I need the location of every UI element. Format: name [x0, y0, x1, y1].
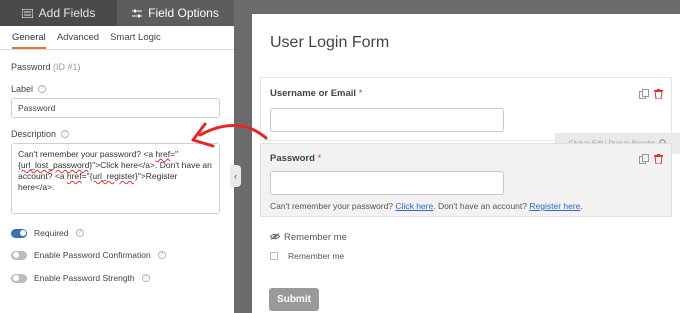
- toggle-password-strength[interactable]: Enable Password Strength ?: [11, 273, 150, 283]
- description-textarea[interactable]: Can't remember your password? <a href="{…: [11, 143, 220, 214]
- description-heading-text: Description: [11, 129, 57, 139]
- toggle-required[interactable]: Required ?: [11, 228, 84, 238]
- remember-option-label: Remember me: [288, 251, 345, 261]
- tab-field-options-label: Field Options: [148, 6, 219, 20]
- submit-button[interactable]: Submit: [269, 288, 319, 311]
- field-actions: [639, 86, 663, 104]
- sliders-icon: [132, 9, 143, 18]
- help-icon[interactable]: ?: [141, 274, 150, 282]
- description-heading: Description ?: [11, 129, 70, 139]
- subtab-general[interactable]: General: [12, 32, 46, 49]
- tab-field-options[interactable]: Field Options: [117, 0, 234, 26]
- help-icon[interactable]: ?: [38, 85, 47, 93]
- username-input[interactable]: [270, 108, 504, 132]
- desc-text: href: [66, 171, 82, 181]
- help-icon[interactable]: ?: [75, 229, 84, 237]
- field-name: Password: [11, 62, 51, 72]
- help-icon[interactable]: ?: [61, 130, 70, 138]
- subtab-smart-logic[interactable]: Smart Logic: [110, 32, 161, 49]
- help-icon[interactable]: ?: [157, 251, 166, 259]
- desc-text: href: [155, 149, 171, 159]
- desc-text: . Don't have an account?: [433, 201, 527, 211]
- lost-password-link[interactable]: Click here: [395, 201, 433, 211]
- username-field-block[interactable]: Username or Email *: [260, 77, 672, 141]
- subtab-advanced[interactable]: Advanced: [57, 32, 99, 49]
- desc-text: =": [170, 149, 179, 159]
- form-title: User Login Form: [270, 34, 390, 51]
- toggle-label: Required: [34, 228, 69, 238]
- label-heading-text: Label: [11, 84, 34, 94]
- desc-text: Can't remember your password?: [270, 201, 394, 211]
- toggle-label: Enable Password Strength: [34, 273, 135, 283]
- toggle-switch[interactable]: [11, 273, 27, 283]
- remember-heading: Remember me: [269, 232, 347, 243]
- field-heading: Password (ID #1): [11, 62, 81, 72]
- desc-text: =": [81, 171, 90, 181]
- password-input[interactable]: [270, 171, 504, 195]
- desc-text: .: [580, 201, 583, 211]
- trash-icon[interactable]: [654, 151, 663, 169]
- password-field-block[interactable]: Password * Can't remember your password?…: [260, 143, 672, 217]
- options-subtabs: General Advanced Smart Logic: [0, 26, 234, 50]
- desc-text: Can't remember your password? <a: [18, 149, 156, 159]
- panel-tabs: Add Fields Field Options: [0, 0, 234, 26]
- form-preview: User Login Form Username or Email * Clic…: [252, 14, 680, 313]
- eye-slash-icon: [269, 232, 281, 243]
- toggle-password-confirmation[interactable]: Enable Password Confirmation ?: [11, 250, 166, 260]
- field-actions: [639, 151, 663, 169]
- chevron-left-icon: ‹: [234, 171, 237, 181]
- tab-add-fields-label: Add Fields: [38, 6, 96, 20]
- required-mark: *: [317, 153, 322, 164]
- tab-add-fields[interactable]: Add Fields: [0, 0, 117, 26]
- duplicate-icon[interactable]: [639, 86, 649, 104]
- list-icon: [21, 8, 33, 18]
- password-description: Can't remember your password? Click here…: [270, 201, 583, 211]
- username-label: Username or Email *: [270, 88, 362, 99]
- label-input[interactable]: Password: [11, 98, 220, 118]
- required-mark: *: [358, 88, 363, 99]
- password-label-text: Password: [270, 153, 315, 164]
- label-heading: Label ?: [11, 84, 47, 94]
- desc-text: {url_register}: [89, 171, 138, 181]
- desc-text: {url_lost_password}: [18, 160, 93, 170]
- remember-checkbox[interactable]: [270, 252, 278, 260]
- toggle-switch[interactable]: [11, 228, 27, 238]
- password-label: Password *: [270, 153, 321, 164]
- field-id: (ID #1): [53, 62, 81, 72]
- trash-icon[interactable]: [654, 86, 663, 104]
- register-link[interactable]: Register here: [529, 201, 580, 211]
- collapse-panel-button[interactable]: ‹: [230, 165, 241, 187]
- toggle-switch[interactable]: [11, 250, 27, 260]
- remember-option[interactable]: Remember me: [270, 251, 344, 261]
- duplicate-icon[interactable]: [639, 151, 649, 169]
- field-options-panel: Add Fields Field Options General Advance…: [0, 0, 234, 313]
- remember-heading-text: Remember me: [284, 232, 347, 243]
- toggle-label: Enable Password Confirmation: [34, 250, 151, 260]
- username-label-text: Username or Email: [270, 88, 357, 99]
